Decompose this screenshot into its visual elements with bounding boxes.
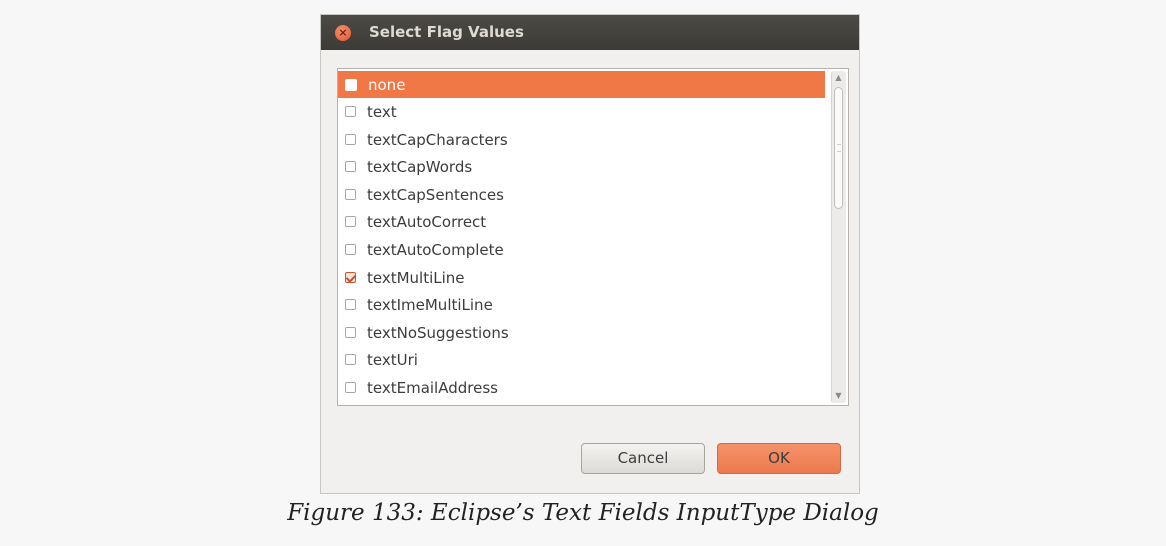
list-item[interactable]: textUri — [338, 346, 825, 373]
list-item-label: textCapCharacters — [367, 130, 508, 149]
list-item-label: textNoSuggestions — [367, 323, 509, 342]
flag-list: none text textCapCharacters textCapWords… — [337, 68, 849, 406]
list-item-label: textAutoCorrect — [367, 212, 487, 231]
checkbox[interactable] — [345, 244, 356, 255]
checkbox-checked[interactable] — [345, 272, 356, 283]
list-item[interactable]: textEmailAddress — [338, 374, 825, 401]
checkbox[interactable] — [345, 78, 357, 91]
scroll-up-icon[interactable]: ▲ — [833, 72, 844, 84]
list-item[interactable]: textAutoComplete — [338, 236, 825, 263]
list-item-label: textMultiLine — [367, 268, 465, 287]
list-item[interactable]: textCapWords — [338, 153, 825, 180]
checkbox[interactable] — [345, 189, 356, 200]
cancel-button[interactable]: Cancel — [581, 443, 705, 474]
checkbox[interactable] — [345, 134, 356, 145]
list-item[interactable]: none — [338, 71, 825, 98]
checkbox[interactable] — [345, 106, 356, 117]
list-item[interactable]: textMultiLine — [338, 264, 825, 291]
close-icon[interactable]: × — [335, 25, 351, 41]
scroll-thumb[interactable] — [834, 87, 843, 209]
list-item-label: text — [367, 102, 397, 121]
dialog-title: Select Flag Values — [369, 23, 524, 41]
ok-button[interactable]: OK — [717, 443, 841, 474]
list-item-label: textAutoComplete — [367, 240, 504, 259]
checkbox[interactable] — [345, 216, 356, 227]
list-item-label: none — [368, 75, 406, 94]
grip-icon — [837, 144, 841, 152]
list-item[interactable]: textAutoCorrect — [338, 208, 825, 235]
dialog-titlebar: × Select Flag Values — [321, 15, 859, 50]
list-item-label: textCapSentences — [367, 185, 504, 204]
list-item[interactable]: textCapCharacters — [338, 126, 825, 153]
select-flag-values-dialog: × Select Flag Values none text textCapCh… — [320, 14, 860, 494]
vertical-scrollbar[interactable]: ▲ ▼ — [831, 71, 846, 403]
scroll-down-icon[interactable]: ▼ — [833, 390, 844, 402]
list-item[interactable]: textNoSuggestions — [338, 319, 825, 346]
list-item[interactable]: text — [338, 98, 825, 125]
checkbox[interactable] — [345, 299, 356, 310]
checkbox[interactable] — [345, 161, 356, 172]
list-item[interactable]: textCapSentences — [338, 181, 825, 208]
figure-caption: Figure 133: Eclipse’s Text Fields InputT… — [287, 500, 879, 526]
list-item-label: textCapWords — [367, 157, 473, 176]
checkbox[interactable] — [345, 327, 356, 338]
list-item[interactable]: textImeMultiLine — [338, 291, 825, 318]
list-item-label: textEmailAddress — [367, 378, 498, 397]
checkbox[interactable] — [345, 354, 356, 365]
checkbox[interactable] — [345, 382, 356, 393]
list-item-label: textUri — [367, 350, 418, 369]
list-item-label: textImeMultiLine — [367, 295, 493, 314]
